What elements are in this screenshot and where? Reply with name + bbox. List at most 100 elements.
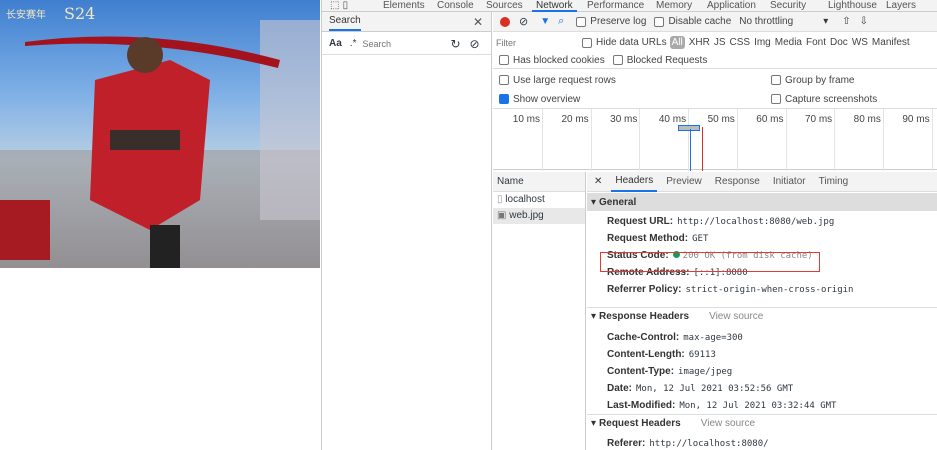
search-title: Search [329,12,361,31]
header-key: Date: [607,383,633,394]
status-highlight-box [600,252,820,272]
type-filter-img[interactable]: Img [754,37,771,48]
search-input[interactable] [362,35,443,52]
preserve-log-checkbox[interactable] [576,16,587,27]
tab-elements[interactable]: Elements [383,0,425,12]
request-headers-toggle[interactable]: ▾ [591,418,596,429]
hide-data-urls-checkbox[interactable] [582,37,592,48]
response-headers-toggle[interactable]: ▾ [591,311,596,322]
search-panel: Search ✕ Aa .* ↻ ⊘ [322,12,492,450]
blocked-requests-checkbox[interactable] [612,55,623,65]
export-har-icon[interactable]: ⇩ [860,16,868,27]
close-details-icon[interactable]: ✕ [594,176,602,187]
dom-content-loaded-line [690,129,691,171]
grid-line [688,109,690,171]
type-filter-xhr[interactable]: XHR [689,37,710,48]
request-row-selected[interactable]: ▣ web.jpg [493,208,585,224]
response-headers-title: Response Headers [599,311,690,322]
type-filter-manifest[interactable]: Manifest [872,37,910,48]
header-row: Last-Modified: Mon, 12 Jul 2021 03:32:44 … [607,400,836,411]
throttling-select[interactable]: No throttling [739,16,819,27]
header-value: 69113 [688,350,716,360]
disable-cache-label: Disable cache [668,16,732,27]
tab-headers[interactable]: Headers [611,171,658,192]
network-panel: ⊘ ▼ ⌕ Preserve log Disable cache No thro… [493,12,937,450]
import-har-icon[interactable]: ⇧ [842,16,850,27]
request-name: web.jpg [509,210,544,221]
match-case-toggle[interactable]: Aa [329,38,342,49]
header-key: Cache-Control: [607,332,680,343]
devtools-panel: ⬚ ▯ Elements Console Sources Network Per… [321,0,937,450]
header-key: Referer: [607,438,646,449]
tab-response[interactable]: Response [715,176,760,187]
header-key: Request Method: [607,233,689,244]
filter-input[interactable] [496,35,576,50]
request-bar [678,125,700,131]
close-icon[interactable]: ✕ [473,15,483,29]
header-row: Referer: http://localhost:8080/ [607,438,769,449]
inspect-icon[interactable]: ⬚ ▯ [330,0,348,12]
name-column-header[interactable]: Name [493,172,585,192]
tab-application[interactable]: Application [707,0,756,12]
tab-console[interactable]: Console [437,0,474,12]
header-value: strict-origin-when-cross-origin [685,285,854,295]
group-by-frame-checkbox[interactable] [771,75,781,85]
view-source-link[interactable]: View source [701,418,755,429]
header-key: Content-Type: [607,366,675,377]
image-icon: ▣ [497,210,507,221]
header-value: http://localhost:8080/ [649,439,769,449]
header-row: Content-Length: 69113 [607,349,716,360]
type-filter-all[interactable]: All [669,36,685,49]
record-button[interactable] [500,16,510,27]
preserve-log-label: Preserve log [590,16,647,27]
type-filter-ws[interactable]: WS [852,37,868,48]
header-row: Request Method: GET [607,233,708,244]
tab-network[interactable]: Network [532,0,577,12]
general-section-toggle[interactable]: ▾ [591,197,596,208]
clear-icon[interactable]: ⊘ [519,15,528,28]
has-blocked-cookies-label: Has blocked cookies [513,54,605,66]
disable-cache-checkbox[interactable] [654,16,665,27]
tick-label: 10 ms [512,114,540,125]
header-key: Last-Modified: [607,400,676,411]
request-name: localhost [505,194,545,205]
header-key: Request URL: [607,216,674,227]
regex-toggle[interactable]: .* [350,38,357,49]
search-icon[interactable]: ⌕ [558,15,564,28]
type-filter-doc[interactable]: Doc [830,37,848,48]
tab-sources[interactable]: Sources [486,0,523,12]
tick-label: 70 ms [804,114,833,125]
tab-performance[interactable]: Performance [587,0,644,12]
capture-screenshots-checkbox[interactable] [771,94,781,104]
type-filter-js[interactable]: JS [714,37,726,48]
header-key: Referrer Policy: [607,284,682,295]
logo-text: 长安赛年 [6,10,46,21]
show-overview-checkbox[interactable] [499,94,509,104]
tab-security[interactable]: Security [770,0,806,12]
large-rows-checkbox[interactable] [499,75,509,85]
tab-memory[interactable]: Memory [656,0,692,12]
header-value: image/jpeg [678,367,733,377]
grid-line [542,109,543,171]
chevron-down-icon[interactable]: ▾ [823,16,828,27]
tab-preview[interactable]: Preview [666,176,702,187]
network-overview[interactable]: 10 ms 20 ms 30 ms 40 ms 50 ms 60 ms 70 ms 80 ms… [493,108,937,171]
filter-icon[interactable]: ▼ [540,16,550,27]
hide-data-urls-label: Hide data URLs [596,37,667,48]
header-row: Cache-Control: max-age=300 [607,332,743,343]
type-filter-media[interactable]: Media [775,37,802,48]
tab-lighthouse[interactable]: Lighthouse [828,0,877,12]
has-blocked-cookies-checkbox[interactable] [499,55,509,65]
request-row[interactable]: ▯ localhost [493,192,585,208]
clear-icon[interactable]: ⊘ [470,37,480,51]
view-source-link[interactable]: View source [709,311,763,322]
type-filter-font[interactable]: Font [806,37,826,48]
refresh-icon[interactable]: ↻ [450,37,460,51]
tab-initiator[interactable]: Initiator [773,176,806,187]
type-filter-css[interactable]: CSS [730,37,751,48]
load-line [702,127,703,171]
tab-layers[interactable]: Layers [886,0,916,12]
tab-timing[interactable]: Timing [819,176,849,187]
header-row: Date: Mon, 12 Jul 2021 03:52:56 GMT [607,383,793,394]
document-icon: ▯ [497,194,503,205]
